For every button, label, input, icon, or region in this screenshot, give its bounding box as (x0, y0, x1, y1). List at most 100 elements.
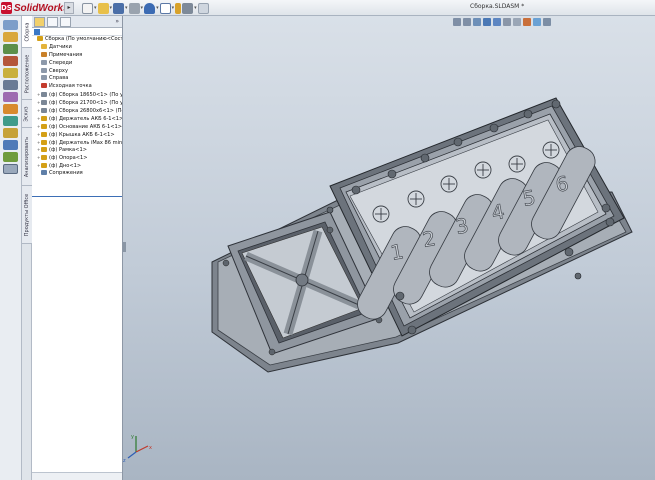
save-icon[interactable] (113, 2, 125, 14)
app-name: SolidWorks (13, 2, 69, 14)
feature-manager-tab-icon[interactable] (34, 16, 45, 27)
tree-item-label: (ф) Опора<1> (49, 155, 88, 162)
subassembly-icon (41, 92, 47, 98)
horizontal-scrollbar[interactable] (32, 472, 122, 480)
tree-item[interactable]: Сверху (32, 67, 122, 76)
tree-item-label: Сверху (49, 67, 68, 74)
tree-item[interactable]: + (ф) Опора<1> (32, 154, 122, 162)
tree-item[interactable]: + (ф) Сборка 21700<1> (По ум (32, 99, 122, 107)
tree-item[interactable]: + (ф) Держатель iMax 86 mini (32, 139, 122, 147)
tab-assembly[interactable]: Сборка (22, 16, 32, 48)
tree-item-label: (ф) Сборка 18650<1> (По ум (49, 92, 122, 99)
tree-item[interactable]: + (ф) Рамка<1> (32, 146, 122, 154)
tab-sketch[interactable]: Эскиз (22, 100, 32, 128)
part-icon (41, 155, 47, 161)
rebuild-icon[interactable] (175, 2, 182, 14)
print-icon[interactable] (128, 2, 140, 14)
tree-item[interactable]: + (ф) Крышка АКБ 6-1<1> (32, 131, 122, 139)
options-dropdown-icon[interactable]: ▾ (194, 5, 197, 11)
command-manager-strip (0, 16, 22, 480)
tree-item-label: Спереди (49, 59, 73, 66)
office-icon[interactable] (3, 80, 18, 90)
part-icon (41, 139, 47, 145)
graphics-viewport[interactable]: 1 2 3 4 5 6 y x z (123, 16, 655, 480)
tree-item-label: Исходная точка (49, 83, 92, 90)
plane-icon (41, 75, 47, 81)
help-icon[interactable] (197, 2, 209, 14)
tree-item[interactable]: + (ф) Дно<1> (32, 162, 122, 170)
subassembly-icon (41, 100, 47, 106)
tree-item-label: (ф) Сборка 26800х6<1> (По (49, 108, 122, 115)
view-icon[interactable] (3, 164, 18, 174)
tree-item[interactable]: Примечания (32, 51, 122, 60)
surface-icon[interactable] (3, 116, 18, 126)
assembly-icon[interactable] (3, 20, 18, 30)
tree-item[interactable]: + (ф) Основание АКБ 6-1<1> (32, 123, 122, 131)
tree-item-label: (ф) Крышка АКБ 6-1<1> (49, 131, 115, 138)
open-dropdown-icon[interactable]: ▾ (110, 5, 113, 11)
folder-icon (41, 43, 47, 49)
mate-icon[interactable] (3, 56, 18, 66)
options-icon[interactable] (182, 2, 194, 14)
undo-icon[interactable] (144, 2, 156, 14)
tree-item-label: Датчики (49, 43, 72, 50)
tree-item-label: (ф) Держатель iMax 86 mini (49, 139, 122, 146)
assembly-model[interactable]: 1 2 3 4 5 6 y x z (123, 16, 655, 480)
configuration-manager-tab-icon[interactable] (60, 16, 71, 27)
part-icon (41, 147, 47, 153)
triad-x-label: x (149, 445, 152, 451)
appearance-icon[interactable] (3, 92, 18, 102)
evaluate-icon[interactable] (3, 44, 18, 54)
tree-item[interactable]: + (ф) Держатель АКБ 6-1<1> (32, 115, 122, 123)
assembly-icon (37, 36, 43, 41)
weld-icon[interactable] (3, 104, 18, 114)
tab-analyze[interactable]: Анализировать (22, 128, 32, 186)
part-icon (41, 123, 47, 129)
filter-icon[interactable] (34, 28, 40, 35)
dimension-icon[interactable] (3, 68, 18, 78)
open-icon[interactable] (97, 2, 109, 14)
tree-filter[interactable] (32, 28, 122, 36)
sheetmetal-icon[interactable] (3, 140, 18, 150)
new-dropdown-icon[interactable]: ▾ (94, 5, 97, 11)
tree-item[interactable]: Сборка (По умолчанию<Сост (32, 36, 122, 44)
new-icon[interactable] (82, 2, 93, 14)
select-dropdown-icon[interactable]: ▾ (172, 5, 175, 11)
part-icon (41, 131, 47, 137)
triad-z-label: z (123, 458, 126, 464)
axis-triad: y x z (123, 434, 152, 464)
tree-item-label: (ф) Рамка<1> (49, 147, 87, 154)
tree-item[interactable]: Исходная точка (32, 83, 122, 91)
menu-arrow-button[interactable]: ▸ (64, 2, 74, 14)
vertical-tabs: Сборка Расположение Эскиз Анализировать … (22, 16, 32, 480)
tree-item-label: Сборка (По умолчанию<Сост (45, 36, 122, 42)
undo-dropdown-icon[interactable]: ▾ (156, 5, 159, 11)
tree-item[interactable]: Справа (32, 75, 122, 83)
tree-item[interactable]: Сопряжения (32, 170, 122, 178)
tab-office-products[interactable]: Продукты Office (22, 186, 32, 244)
tree-item[interactable]: Спереди (32, 59, 122, 68)
tree-item-label: Справа (49, 75, 69, 82)
display-icon[interactable] (3, 152, 18, 162)
tab-layout[interactable]: Расположение (22, 48, 32, 100)
sketch-icon[interactable] (3, 32, 18, 42)
ds-logo-icon: DS (1, 2, 12, 14)
tree-item-label: (ф) Основание АКБ 6-1<1> (49, 123, 122, 130)
expand-panel-icon[interactable]: » (115, 18, 119, 25)
mold-icon[interactable] (3, 128, 18, 138)
plane-icon (41, 59, 47, 65)
tree-tabs: » (32, 16, 122, 28)
annotation-icon (41, 51, 47, 57)
print-dropdown-icon[interactable]: ▾ (141, 5, 144, 11)
tree-item[interactable]: + (ф) Сборка 26800х6<1> (По (32, 107, 122, 115)
tree-item[interactable]: + (ф) Сборка 18650<1> (По ум (32, 91, 122, 99)
title-toolbar: DS SolidWorks ▸ ▾ ▾ ▾ ▾ ▾ ▾ ▾ Сборка.SLD… (0, 0, 655, 16)
property-manager-tab-icon[interactable] (47, 16, 58, 27)
save-dropdown-icon[interactable]: ▾ (125, 5, 128, 11)
subassembly-icon (41, 108, 47, 114)
solidworks-logo[interactable]: DS SolidWorks (1, 1, 69, 15)
tree-item[interactable]: Датчики (32, 43, 122, 52)
select-icon[interactable] (159, 2, 171, 14)
mates-icon (41, 170, 47, 176)
rollback-bar[interactable] (32, 196, 122, 197)
